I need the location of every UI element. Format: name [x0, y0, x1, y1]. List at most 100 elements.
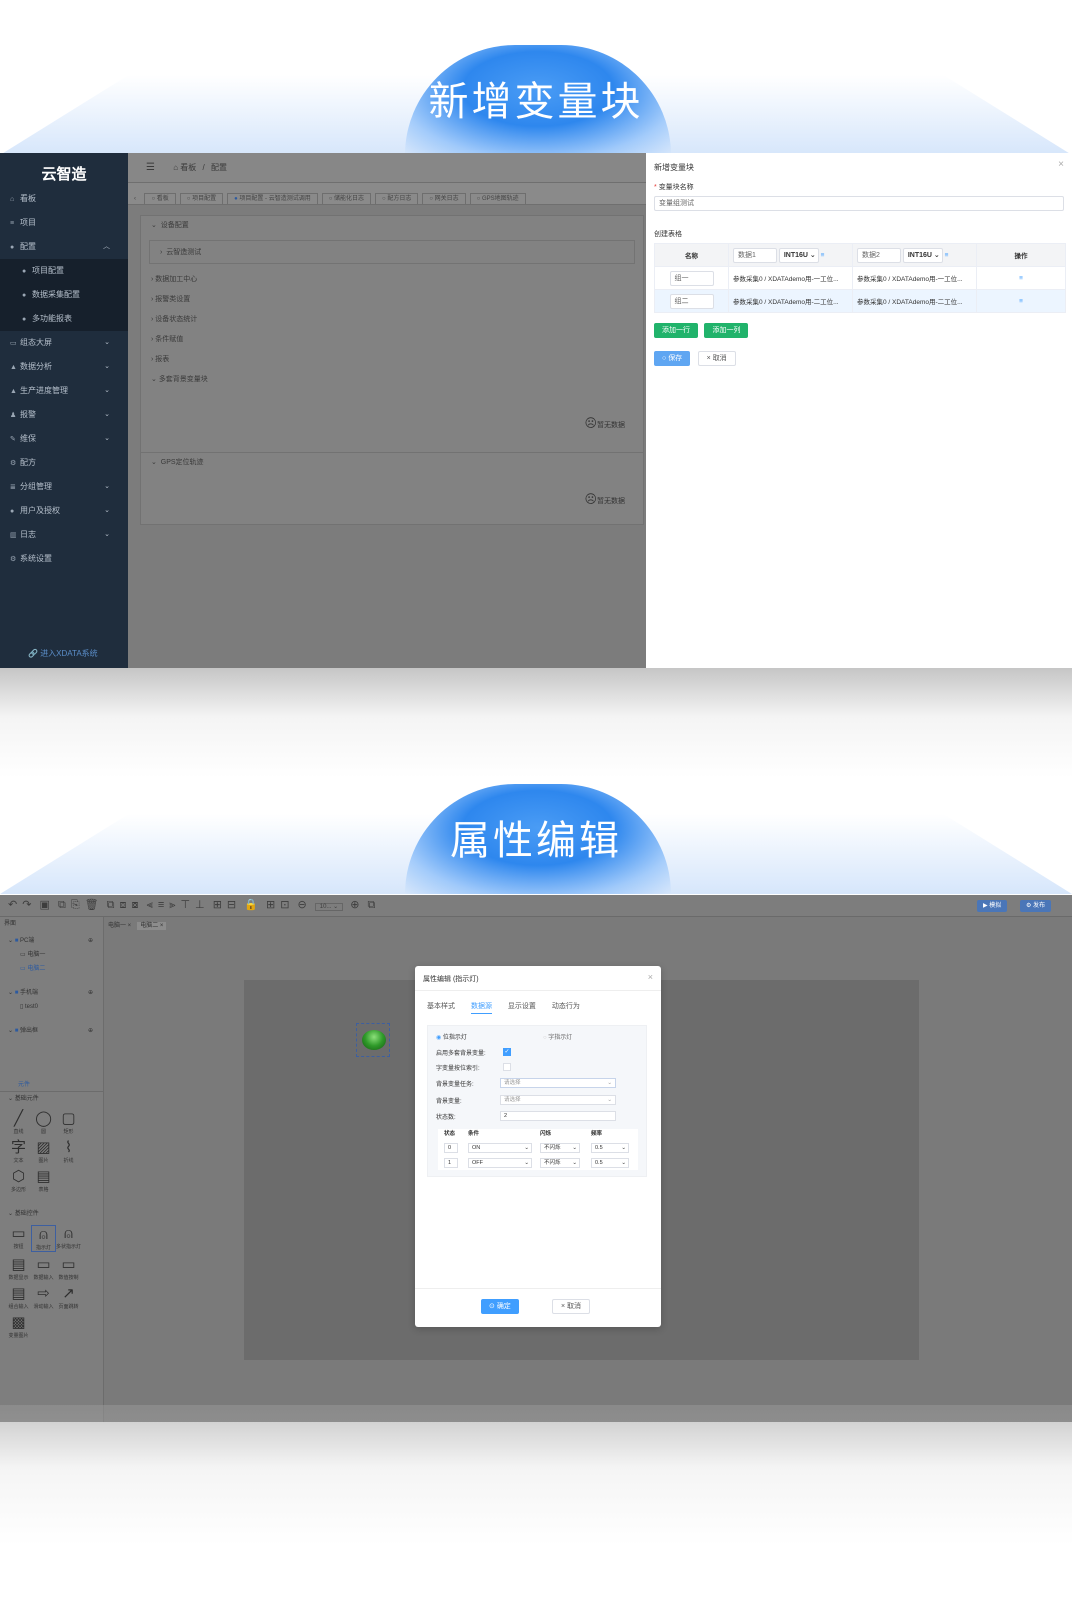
- align-top-icon[interactable]: ⊤: [180, 898, 190, 911]
- preview-icon[interactable]: ⧉: [367, 899, 375, 912]
- paste-icon[interactable]: ⎘: [71, 899, 80, 912]
- condition-select[interactable]: OFF ⌄: [468, 1158, 532, 1168]
- sidebar-item[interactable]: ▥ 日志 ⌄: [0, 523, 128, 547]
- sidebar-item[interactable]: ⌂ 看板: [0, 187, 128, 211]
- row-name-input[interactable]: 组一: [669, 270, 714, 286]
- tree-section-device[interactable]: ⌄ 设备配置: [141, 216, 643, 236]
- page-tab[interactable]: ● 项目配置 - 云智造测试调用: [227, 193, 318, 204]
- row-cell-1[interactable]: 参数采集0 / XDATAdemo用-一工位...: [728, 266, 853, 290]
- add-row-button[interactable]: 添加一行: [654, 323, 698, 338]
- palette-item[interactable]: ▭ 按钮: [6, 1225, 31, 1250]
- col1-type-select[interactable]: INT16U ⌄: [778, 247, 819, 263]
- palette-item[interactable]: ▢ 矩形: [56, 1110, 81, 1135]
- palette-item[interactable]: ⌇ 折线: [56, 1139, 81, 1164]
- tab-basic-style[interactable]: 基本样式: [427, 1003, 455, 1010]
- palette-item[interactable]: ▤ 组合输入: [6, 1285, 31, 1310]
- align-right-icon[interactable]: ⫸: [169, 899, 175, 912]
- radio-bit[interactable]: ◉ 位指示灯: [436, 1032, 467, 1041]
- align-bottom-icon[interactable]: ⊥: [195, 898, 205, 911]
- screen-tab[interactable]: 电脑一 ×: [108, 923, 131, 929]
- publish-button[interactable]: ⚙ 发布: [1020, 900, 1052, 912]
- sidebar-item[interactable]: ● 多功能报表: [0, 307, 128, 331]
- menu-icon[interactable]: ☰: [146, 162, 155, 173]
- tabs-prev-icon[interactable]: ‹: [134, 194, 136, 204]
- bg-task-select[interactable]: 请选择 ⌄: [500, 1078, 616, 1088]
- page-tab[interactable]: ○ 看板: [144, 193, 176, 204]
- tree-row[interactable]: › 条件赋值: [141, 330, 643, 350]
- frequency-input[interactable]: 0.5 ⌄: [591, 1158, 629, 1168]
- state-value[interactable]: 0: [444, 1143, 458, 1153]
- zoom-out-icon[interactable]: ⊖: [297, 898, 306, 911]
- palette-item[interactable]: 字文本: [6, 1139, 31, 1164]
- copy-icon[interactable]: ⧉: [58, 899, 66, 912]
- sidebar-item[interactable]: ≣ 分组管理 ⌄: [0, 475, 128, 499]
- col2-name-input[interactable]: 数据2: [857, 247, 901, 263]
- screen-tab[interactable]: 电脑二 ×: [137, 922, 167, 930]
- xdata-link[interactable]: 🔗 进入XDATA系统: [28, 648, 98, 659]
- tree-row[interactable]: › 报警类设置: [141, 290, 643, 310]
- cancel-button[interactable]: × 取消: [697, 351, 736, 366]
- palette-item[interactable]: ▤ 表格: [31, 1168, 56, 1193]
- zoom-select[interactable]: 10... ⌄: [314, 903, 344, 911]
- tree-row[interactable]: › 设备状态统计: [141, 310, 643, 330]
- screen-item[interactable]: ▯ test0: [0, 1000, 103, 1014]
- blink-select[interactable]: 不闪烁 ⌄: [540, 1143, 580, 1153]
- distribute-icon[interactable]: ⊞: [213, 898, 222, 911]
- sidebar-item[interactable]: ✎ 维保 ⌄: [0, 427, 128, 451]
- popup-group[interactable]: ⌄ ■ 弹出框 ⊕: [0, 1024, 103, 1038]
- screen-item[interactable]: ▭ 电脑二: [0, 962, 103, 976]
- sidebar-item[interactable]: ▲ 数据分析 ⌄: [0, 355, 128, 379]
- palette-item[interactable]: ⍝ 指示灯: [31, 1225, 56, 1252]
- bg-var-select[interactable]: 请选择 ⌄: [500, 1095, 616, 1105]
- close-icon[interactable]: ×: [158, 923, 164, 929]
- simulate-button[interactable]: ▶ 模拟: [977, 900, 1008, 912]
- frequency-input[interactable]: 0.5 ⌄: [591, 1143, 629, 1153]
- palette-item[interactable]: ▤ 数据显示: [6, 1256, 31, 1281]
- word-index-checkbox[interactable]: [503, 1063, 511, 1071]
- snap-icon[interactable]: ⊡: [280, 898, 289, 911]
- tree-child[interactable]: › 云智造测试: [149, 240, 635, 264]
- col2-menu-icon[interactable]: ≡: [945, 252, 949, 259]
- delete-icon[interactable]: 🗑: [85, 898, 99, 911]
- row-cell-2[interactable]: 参数采集0 / XDATAdemo用-一工位...: [852, 266, 977, 290]
- undo-icon[interactable]: ↶: [8, 898, 17, 911]
- zoom-in-icon[interactable]: ⊕: [350, 898, 359, 911]
- add-column-button[interactable]: 添加一列: [704, 323, 749, 338]
- elements-tab[interactable]: 元件: [0, 1078, 103, 1092]
- tab-display[interactable]: 显示设置: [508, 1003, 536, 1010]
- col1-menu-icon[interactable]: ≡: [821, 252, 825, 259]
- row-name-input[interactable]: 组二: [669, 293, 714, 309]
- page-tab[interactable]: ○ 储能化日志: [321, 193, 372, 204]
- palette-item[interactable]: ⇨ 滑动输入: [31, 1285, 56, 1310]
- grid-icon[interactable]: ⊞: [266, 898, 275, 911]
- palette-item[interactable]: ↗ 页面跳转: [56, 1285, 81, 1310]
- sidebar-item[interactable]: ● 数据采集配置: [0, 283, 128, 307]
- palette-item[interactable]: ▩ 变量图片: [6, 1314, 31, 1339]
- condition-select[interactable]: ON ⌄: [468, 1143, 532, 1153]
- mobile-group[interactable]: ⌄ ■ 手机端 ⊕: [0, 986, 103, 1000]
- size-icon[interactable]: ⊟: [227, 898, 236, 911]
- save-icon[interactable]: ▣: [40, 898, 50, 911]
- add-icon[interactable]: ⊕: [88, 934, 93, 948]
- row-cell-1[interactable]: 参数采集0 / XDATAdemo用-二工位...: [728, 289, 853, 313]
- sidebar-item[interactable]: ▲ 生产进度管理 ⌄: [0, 379, 128, 403]
- ok-button[interactable]: ⊙ 确定: [481, 1299, 519, 1314]
- add-icon[interactable]: ⊕: [88, 1024, 93, 1038]
- sidebar-item[interactable]: ≡ 项目: [0, 211, 128, 235]
- close-icon[interactable]: ×: [648, 972, 653, 982]
- col1-name-input[interactable]: 数据1: [733, 247, 777, 263]
- tab-data-source[interactable]: 数据源: [470, 1003, 492, 1014]
- radio-word[interactable]: ○ 字指示灯: [543, 1032, 572, 1041]
- row-menu-icon[interactable]: ≡: [976, 289, 1066, 313]
- close-icon[interactable]: ×: [126, 923, 132, 929]
- close-icon[interactable]: ×: [1058, 159, 1064, 170]
- align-center-icon[interactable]: ≡: [158, 899, 164, 911]
- basic-elements-group[interactable]: ⌄ 基础元件: [0, 1092, 103, 1106]
- tab-dynamic[interactable]: 动态行为: [552, 1003, 580, 1010]
- add-icon[interactable]: ⊕: [88, 986, 93, 1000]
- screen-item[interactable]: ▭ 电脑一: [0, 948, 103, 962]
- palette-item[interactable]: ╱ 直线: [6, 1110, 31, 1135]
- col2-type-select[interactable]: INT16U ⌄: [902, 247, 943, 263]
- state-count-input[interactable]: 2: [500, 1111, 616, 1121]
- tree-row[interactable]: › 数据加工中心: [141, 270, 643, 290]
